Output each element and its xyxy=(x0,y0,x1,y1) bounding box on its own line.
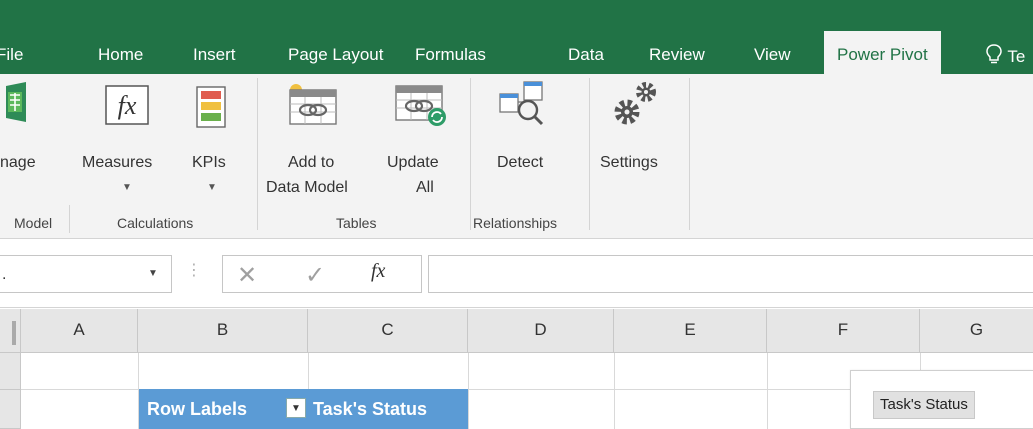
manage-icon xyxy=(6,82,26,122)
column-header-e[interactable]: E xyxy=(614,309,767,353)
detect-label: Detect xyxy=(497,154,544,171)
group-label-tables: Tables xyxy=(336,215,377,231)
tab-data[interactable]: Data xyxy=(568,43,604,74)
group-separator xyxy=(257,78,258,230)
column-header-g[interactable]: G xyxy=(920,309,1033,353)
tab-review[interactable]: Review xyxy=(649,43,705,74)
row-header[interactable] xyxy=(0,353,21,390)
name-box-value: . xyxy=(2,266,7,283)
measures-button[interactable]: fx Measures ▼ xyxy=(80,78,176,193)
tab-home[interactable]: Home xyxy=(98,43,143,74)
insert-function-icon[interactable]: fx xyxy=(371,260,385,283)
refresh-table-icon xyxy=(395,85,446,126)
filter-dropdown-icon[interactable]: ▼ xyxy=(286,398,306,418)
formula-bar-resize-handle[interactable]: ⋮ xyxy=(186,260,203,280)
tab-page-layout[interactable]: Page Layout xyxy=(288,43,383,74)
formula-bar: . ▼ ⋮ ✕ ✓ fx xyxy=(0,240,1033,308)
column-header-d[interactable]: D xyxy=(468,309,614,353)
pivot-row-labels-header[interactable]: Row Labels xyxy=(139,389,308,429)
kpi-icon xyxy=(196,86,226,128)
fx-icon: fx xyxy=(105,85,149,125)
cell-divider xyxy=(468,353,469,429)
group-separator xyxy=(69,205,70,233)
cell-divider xyxy=(614,353,615,429)
add-table-icon xyxy=(289,84,337,125)
chevron-down-icon: ▼ xyxy=(207,182,217,193)
lightbulb-icon xyxy=(986,44,1002,64)
group-label-relationships: Relationships xyxy=(473,215,558,231)
formula-input[interactable] xyxy=(428,255,1033,293)
column-header-c[interactable]: C xyxy=(308,309,468,353)
group-separator xyxy=(470,78,471,230)
tab-insert[interactable]: Insert xyxy=(193,43,236,74)
settings-label: Settings xyxy=(600,154,658,171)
slicer-task-status[interactable]: Task's Status xyxy=(850,370,1033,429)
cancel-icon[interactable]: ✕ xyxy=(237,261,257,290)
column-header-a[interactable]: A xyxy=(21,309,138,353)
tab-power-pivot[interactable]: Power Pivot xyxy=(824,31,941,74)
manage-button[interactable]: nage xyxy=(0,78,62,178)
group-separator xyxy=(689,78,690,230)
group-label-calculations: Calculations xyxy=(117,215,194,231)
kpis-button[interactable]: KPIs ▼ xyxy=(188,78,234,193)
pivot-task-status-header[interactable]: Task's Status xyxy=(308,389,468,429)
detect-button[interactable]: Detect xyxy=(484,78,576,178)
group-label-model: Model xyxy=(14,215,53,231)
tab-view[interactable]: View xyxy=(754,43,791,74)
tab-formulas[interactable]: Formulas xyxy=(415,43,486,74)
update-label: Update xyxy=(387,154,439,171)
tell-me-search[interactable]: Te xyxy=(985,43,1025,67)
add-to-data-model-button[interactable]: Add to Data Model xyxy=(263,78,368,196)
update-all-button[interactable]: Update All xyxy=(378,78,468,196)
manage-label: nage xyxy=(0,154,36,171)
select-all-corner[interactable] xyxy=(0,309,21,353)
tell-me-label: Te xyxy=(1007,47,1026,66)
kpis-label: KPIs xyxy=(192,154,226,171)
gear-icon xyxy=(614,82,656,125)
ribbon-tab-bar: File Home Insert Page Layout Formulas Da… xyxy=(0,0,1033,74)
detect-relationships-icon xyxy=(499,81,544,126)
tab-file[interactable]: File xyxy=(0,43,23,74)
add-to-label: Add to xyxy=(288,154,335,171)
measures-label: Measures xyxy=(82,154,153,171)
formula-buttons: ✕ ✓ fx xyxy=(222,255,422,293)
column-header-b[interactable]: B xyxy=(138,309,308,353)
cell-divider xyxy=(767,353,768,429)
chevron-down-icon: ▼ xyxy=(122,182,132,193)
all-label: All xyxy=(416,179,434,196)
chevron-down-icon[interactable]: ▼ xyxy=(148,268,158,279)
column-header-f[interactable]: F xyxy=(767,309,920,353)
data-model-label: Data Model xyxy=(266,179,348,196)
group-separator xyxy=(589,78,590,230)
settings-button[interactable]: Settings xyxy=(597,78,683,178)
enter-icon[interactable]: ✓ xyxy=(305,261,325,290)
slicer-title: Task's Status xyxy=(873,391,975,419)
row-header[interactable] xyxy=(0,390,21,429)
svg-text:fx: fx xyxy=(118,91,137,120)
name-box[interactable]: . ▼ xyxy=(0,255,172,293)
